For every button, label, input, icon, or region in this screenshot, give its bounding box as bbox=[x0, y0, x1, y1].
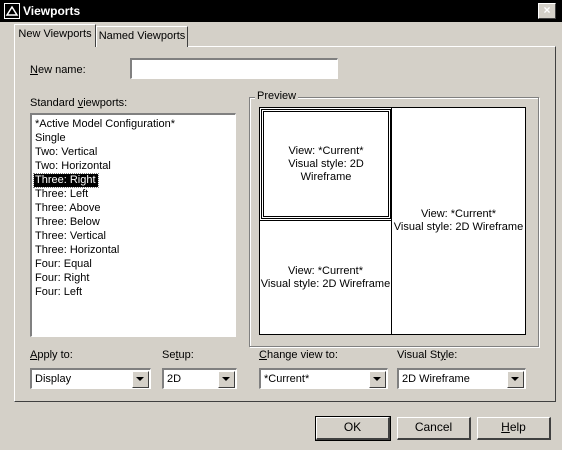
window-title: Viewports bbox=[23, 4, 81, 18]
chevron-down-icon[interactable] bbox=[369, 371, 386, 388]
viewport-style-text: Visual style: 2D Wireframe bbox=[260, 277, 391, 290]
standard-viewports-label-post: iewports: bbox=[83, 97, 128, 109]
dialog-app-icon bbox=[4, 3, 20, 19]
change-view-value: *Current* bbox=[264, 373, 310, 385]
change-view-label-text: hange view to: bbox=[266, 349, 338, 361]
setup-label-post: up: bbox=[178, 349, 194, 361]
standard-viewports-label: Standard viewports: bbox=[30, 97, 127, 110]
help-button-accesskey: H bbox=[501, 420, 510, 434]
list-item-three-vertical[interactable]: Three: Vertical bbox=[34, 230, 108, 243]
tab-new-viewports-label: New Viewports bbox=[18, 28, 92, 40]
list-item-single[interactable]: Single bbox=[34, 132, 68, 145]
change-view-accesskey: C bbox=[259, 349, 267, 361]
viewport-view-text: View: *Current* bbox=[421, 208, 496, 220]
change-view-dropdown[interactable]: *Current* bbox=[259, 368, 388, 389]
change-view-label: Change view to: bbox=[259, 349, 338, 362]
list-item-three-below[interactable]: Three: Below bbox=[34, 216, 102, 229]
standard-viewports-label-pre: Standard bbox=[30, 97, 78, 109]
new-name-label: New name: bbox=[30, 64, 86, 77]
new-name-input[interactable] bbox=[130, 58, 338, 79]
tab-named-viewports-label: Named Viewports bbox=[98, 30, 186, 42]
ok-button[interactable]: OK bbox=[315, 416, 391, 441]
visual-style-value: 2D Wireframe bbox=[402, 373, 470, 385]
apply-to-label: Apply to: bbox=[30, 349, 73, 362]
new-name-label-text: ew name: bbox=[37, 64, 86, 76]
list-item-three-right[interactable]: Three: Right bbox=[33, 173, 99, 188]
chevron-down-icon[interactable] bbox=[218, 371, 235, 388]
list-item-three-horizontal[interactable]: Three: Horizontal bbox=[34, 244, 121, 257]
list-item-two-horizontal[interactable]: Two: Horizontal bbox=[34, 160, 113, 173]
list-item-active-model-config[interactable]: *Active Model Configuration* bbox=[34, 118, 177, 131]
list-item-three-left[interactable]: Three: Left bbox=[34, 188, 90, 201]
viewport-view-text: View: *Current* bbox=[288, 144, 364, 157]
setup-value: 2D bbox=[167, 373, 182, 385]
visual-style-label: Visual Style: bbox=[397, 349, 457, 362]
apply-to-label-text: pply to: bbox=[37, 349, 73, 361]
setup-label-pre: Se bbox=[162, 349, 176, 361]
apply-to-dropdown[interactable]: Display bbox=[30, 368, 151, 389]
new-name-accesskey: N bbox=[30, 64, 38, 76]
close-button[interactable]: × bbox=[538, 3, 556, 19]
cancel-button-label: Cancel bbox=[414, 420, 453, 434]
viewport-view-text: View: *Current* bbox=[288, 264, 363, 277]
preview-viewport-right[interactable]: View: *Current* Visual style: 2D Wirefra… bbox=[391, 107, 526, 335]
tab-named-viewports[interactable]: Named Viewports bbox=[96, 26, 188, 47]
help-button-label: elp bbox=[509, 420, 526, 434]
setup-dropdown[interactable]: 2D bbox=[162, 368, 237, 389]
list-item-four-left[interactable]: Four: Left bbox=[34, 286, 84, 299]
list-item-four-equal[interactable]: Four: Equal bbox=[34, 258, 94, 271]
title-bar: Viewports × bbox=[0, 0, 562, 22]
chevron-down-icon[interactable] bbox=[132, 371, 149, 388]
viewport-style-text: Visual style: 2D Wireframe bbox=[288, 157, 364, 183]
preview-viewport-top-left[interactable]: View: *Current* Visual style: 2D Wirefra… bbox=[261, 109, 391, 219]
tab-new-viewports[interactable]: New Viewports bbox=[14, 24, 96, 47]
list-item-three-above[interactable]: Three: Above bbox=[34, 202, 102, 215]
apply-to-value: Display bbox=[35, 373, 72, 385]
ok-button-label: OK bbox=[343, 420, 362, 434]
chevron-down-icon[interactable] bbox=[507, 371, 524, 388]
setup-label: Setup: bbox=[162, 349, 194, 362]
preview-group-title: Preview bbox=[255, 90, 299, 103]
preview-viewport-bottom-left[interactable]: View: *Current* Visual style: 2D Wirefra… bbox=[259, 220, 392, 335]
visual-style-dropdown[interactable]: 2D Wireframe bbox=[397, 368, 526, 389]
cancel-button[interactable]: Cancel bbox=[397, 417, 471, 440]
viewport-style-text: Visual style: 2D Wireframe bbox=[393, 221, 524, 233]
visual-style-label-post: le: bbox=[445, 349, 458, 361]
standard-viewports-list[interactable]: *Active Model Configuration* Single Two:… bbox=[30, 113, 236, 337]
visual-style-label-pre: Visual St bbox=[397, 349, 441, 361]
list-item-four-right[interactable]: Four: Right bbox=[34, 272, 91, 285]
close-icon: × bbox=[543, 3, 551, 17]
help-button[interactable]: Help bbox=[477, 417, 551, 440]
list-item-two-vertical[interactable]: Two: Vertical bbox=[34, 146, 99, 159]
